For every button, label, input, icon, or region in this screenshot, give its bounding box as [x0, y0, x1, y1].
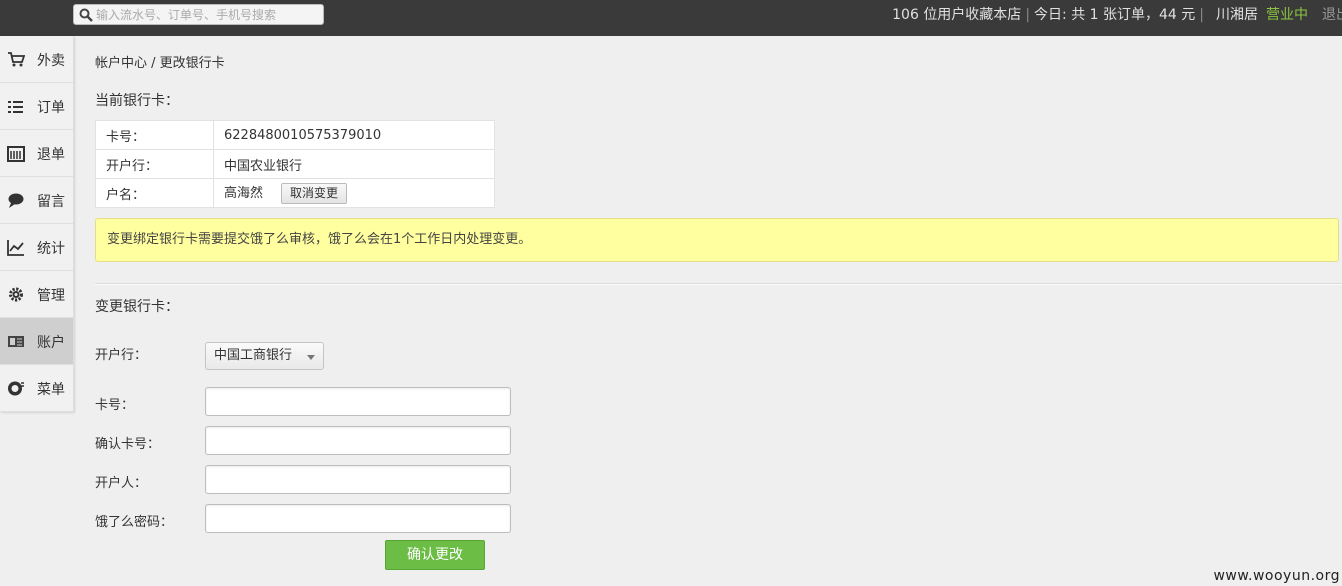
account-name-key: 户名：: [95, 178, 214, 208]
sidebar-item-label: 订单: [37, 100, 65, 116]
search-input[interactable]: [96, 6, 318, 23]
top-bar: 106 位用户收藏本店|今日: 共 1 张订单，44 元|川湘居营业中退出: [0, 0, 1342, 36]
cancel-change-button[interactable]: 取消变更: [281, 183, 348, 204]
card-number-label: 卡号：: [95, 398, 135, 413]
bank-key: 开户行：: [95, 149, 214, 179]
sidebar-item-takeout[interactable]: 外卖: [0, 36, 73, 83]
favorites-count: 106 位用户收藏本店: [892, 7, 1022, 23]
sidebar-item-account[interactable]: 账户: [0, 318, 73, 365]
sidebar-item-manage[interactable]: 管理: [0, 271, 73, 318]
sidebar-item-refunds[interactable]: 退单: [0, 130, 73, 177]
change-card-title: 变更银行卡：: [95, 299, 179, 315]
sidebar: 外卖 订单 退单 留言 统计 管理 账户 菜单: [0, 36, 74, 412]
chevron-down-icon: [307, 355, 315, 360]
card-number-input[interactable]: [205, 387, 511, 416]
sidebar-item-menu[interactable]: 菜单: [0, 365, 73, 412]
notice-banner: 变更绑定银行卡需要提交饿了么审核，饿了么会在1个工作日内处理变更。: [95, 218, 1339, 262]
account-name-cell: 高海然 取消变更: [213, 178, 495, 208]
sidebar-item-label: 统计: [37, 241, 65, 257]
holder-label: 开户人：: [95, 476, 148, 491]
shop-name[interactable]: 川湘居: [1216, 7, 1258, 23]
separator: |: [1025, 7, 1031, 23]
separator: |: [1199, 7, 1204, 23]
sidebar-item-label: 菜单: [37, 382, 65, 398]
shop-status[interactable]: 营业中: [1266, 7, 1308, 23]
search-box[interactable]: [73, 4, 324, 25]
table-row: 卡号： 6228480010575379010: [95, 120, 495, 150]
list-icon: [8, 101, 23, 113]
wallet-icon: [8, 336, 24, 347]
logout-link[interactable]: 退出: [1322, 7, 1342, 23]
confirm-card-input[interactable]: [205, 426, 511, 455]
today-summary: 今日: 共 1 张订单，44 元: [1034, 7, 1196, 23]
gear-icon: [9, 287, 23, 302]
cart-icon: [8, 52, 25, 67]
card-number-value: 6228480010575379010: [213, 120, 495, 150]
bank-label: 开户行：: [95, 348, 148, 363]
bank-value: 中国农业银行: [213, 149, 495, 179]
divider: [95, 283, 1342, 285]
bank-select-value: 中国工商银行: [214, 348, 293, 363]
sidebar-item-stats[interactable]: 统计: [0, 224, 73, 271]
watermark: www.wooyun.org: [1213, 568, 1340, 584]
sidebar-item-label: 留言: [37, 194, 65, 210]
breadcrumb: 帐户中心 / 更改银行卡: [95, 56, 225, 71]
top-info: 106 位用户收藏本店|今日: 共 1 张订单，44 元|川湘居营业中退出: [892, 0, 1342, 30]
sidebar-item-messages[interactable]: 留言: [0, 177, 73, 224]
password-label: 饿了么密码：: [95, 515, 174, 530]
card-number-key: 卡号：: [95, 120, 214, 150]
sidebar-item-orders[interactable]: 订单: [0, 83, 73, 130]
dish-icon: [8, 381, 24, 396]
password-input[interactable]: [205, 504, 511, 533]
current-card-title: 当前银行卡：: [95, 93, 179, 109]
speech-bubble-icon: [8, 193, 24, 208]
current-card-table: 卡号： 6228480010575379010 开户行： 中国农业银行 户名： …: [95, 120, 495, 208]
sidebar-item-label: 管理: [37, 288, 65, 304]
table-row: 开户行： 中国农业银行: [95, 149, 495, 179]
confirm-card-label: 确认卡号：: [95, 437, 161, 452]
calendar-icon: [7, 146, 25, 162]
sidebar-item-label: 账户: [37, 335, 65, 351]
search-icon: [79, 8, 93, 22]
account-name-value: 高海然: [224, 186, 264, 201]
bank-select[interactable]: 中国工商银行: [205, 342, 324, 370]
line-chart-icon: [7, 240, 24, 256]
confirm-change-button[interactable]: 确认更改: [385, 540, 485, 570]
sidebar-item-label: 退单: [37, 147, 65, 163]
holder-input[interactable]: [205, 465, 511, 494]
sidebar-item-label: 外卖: [37, 53, 65, 69]
table-row: 户名： 高海然 取消变更: [95, 178, 495, 208]
